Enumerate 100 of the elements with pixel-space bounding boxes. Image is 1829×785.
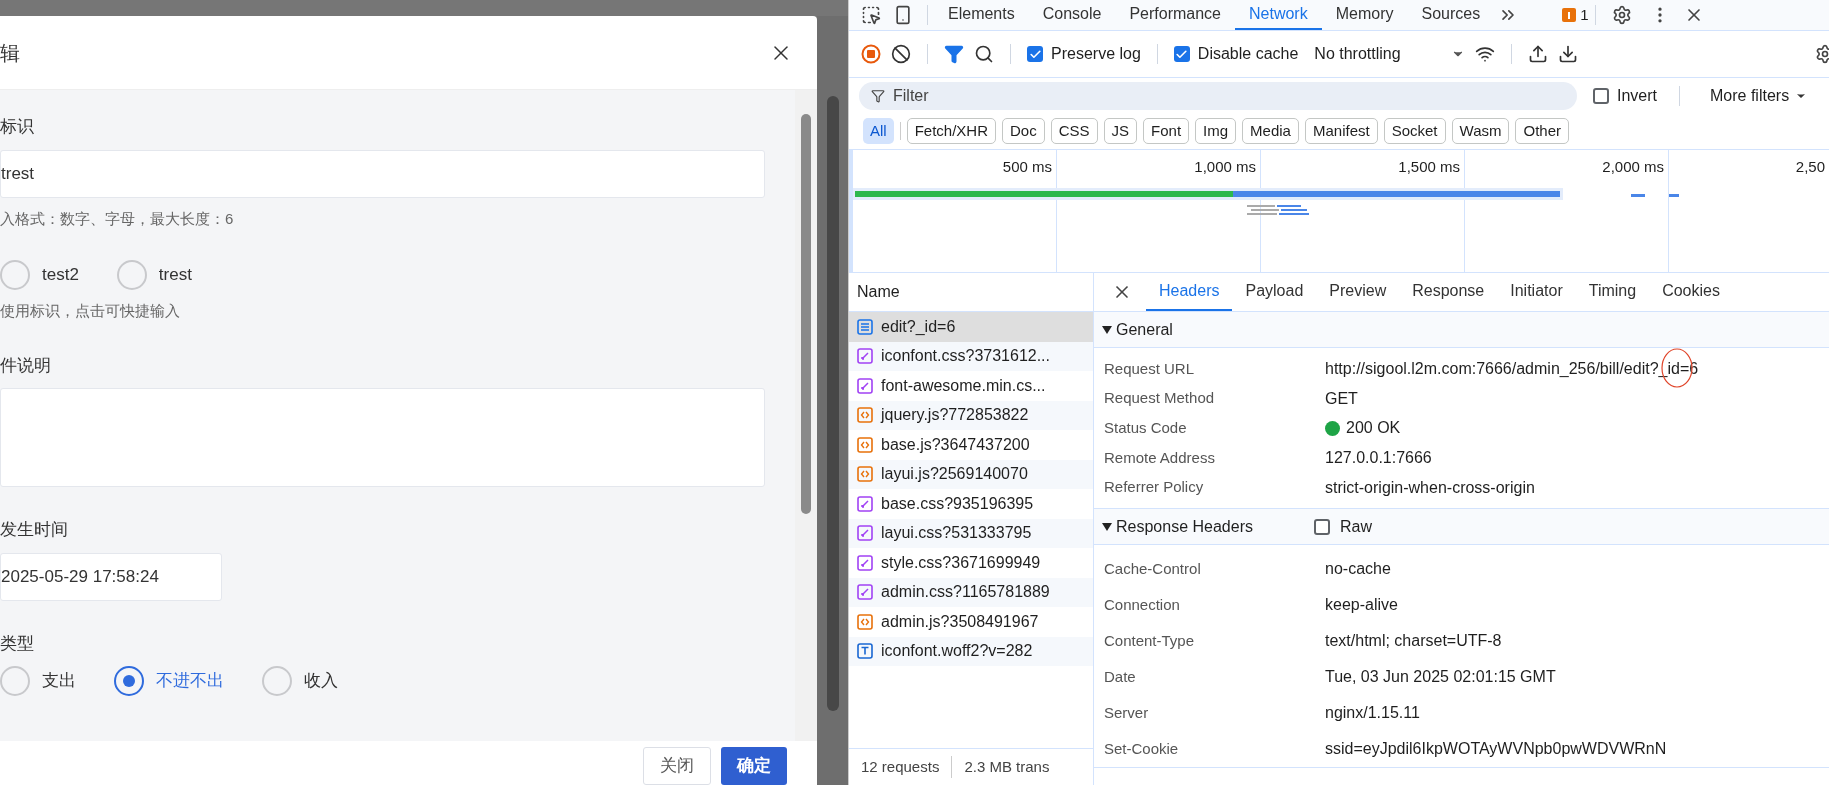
device-icon[interactable] <box>893 5 913 25</box>
filter-icon[interactable] <box>944 44 964 64</box>
request-row[interactable]: layui.js?2569140070 <box>849 459 1093 489</box>
type-filter-chip[interactable]: Font <box>1143 118 1190 144</box>
header-value: Tue, 03 Jun 2025 02:01:15 GMT <box>1325 668 1556 686</box>
throttling-dropdown[interactable]: No throttling <box>1314 42 1465 66</box>
request-row[interactable]: iconfont.woff2?v=282 <box>849 636 1093 666</box>
type-filter-chip[interactable]: All <box>863 118 894 144</box>
header-value: 127.0.0.1:7666 <box>1325 448 1432 466</box>
page-scrollbar[interactable] <box>817 16 848 785</box>
upload-icon[interactable] <box>1527 44 1548 64</box>
section-title: General <box>1116 319 1174 340</box>
header-value: no-cache <box>1325 560 1391 578</box>
field-hint: 使用标识，点击可快捷输入 <box>0 301 181 321</box>
checkbox[interactable] <box>1593 87 1609 104</box>
field-label: 发生时间 <box>0 519 69 541</box>
type-filter-chip[interactable]: Wasm <box>1451 118 1510 144</box>
header-name: Set-Cookie <box>1104 739 1180 760</box>
expanded-triangle-icon[interactable] <box>1102 522 1112 531</box>
header-value: text/html; charset=UTF-8 <box>1325 632 1502 650</box>
scrollbar[interactable] <box>795 90 817 741</box>
timeline-tick: 1,500 ms <box>1398 157 1460 177</box>
search-icon[interactable] <box>974 44 994 64</box>
date-field[interactable]: 2025-05-29 17:58:24 <box>0 552 222 601</box>
type-filter-chip[interactable]: Img <box>1195 118 1237 144</box>
type-filter-chip[interactable]: JS <box>1103 118 1138 144</box>
header-value: GET <box>1325 389 1358 407</box>
settings-icon[interactable] <box>1815 44 1829 64</box>
inspect-icon[interactable] <box>861 5 881 25</box>
panel-tab[interactable]: Memory <box>1321 0 1408 30</box>
type-filter-chip[interactable]: Socket <box>1383 118 1446 144</box>
download-icon[interactable] <box>1557 44 1578 64</box>
header-name: Date <box>1104 667 1137 688</box>
checkbox-label: Raw <box>1340 516 1372 537</box>
checkbox[interactable] <box>1173 46 1190 62</box>
radio-button[interactable] <box>0 260 30 290</box>
request-row[interactable]: layui.css?531333795 <box>849 518 1093 548</box>
checkbox[interactable] <box>1027 46 1043 62</box>
panel-tab[interactable]: Sources <box>1407 0 1495 30</box>
stop-recording-icon[interactable] <box>861 44 881 64</box>
radio-button[interactable] <box>116 260 147 290</box>
field-label: 类型 <box>0 632 35 655</box>
header-name: Content-Type <box>1104 631 1196 652</box>
request-row[interactable]: jquery.js?772853822 <box>849 400 1093 430</box>
section-title: Response Headers <box>1116 516 1254 537</box>
panel-tab[interactable]: Network <box>1235 0 1322 30</box>
header-name: Server <box>1104 703 1150 724</box>
expanded-triangle-icon[interactable] <box>1102 325 1112 334</box>
type-filter-chip[interactable]: Media <box>1242 118 1299 144</box>
request-row[interactable]: iconfont.css?3731612... <box>849 341 1093 371</box>
radio-button[interactable] <box>0 666 30 696</box>
panel-tab[interactable]: Elements <box>934 0 1029 30</box>
type-filter-chip[interactable]: CSS <box>1050 118 1098 144</box>
request-row[interactable]: edit?_id=6 <box>849 312 1093 342</box>
field-label: 件说明 <box>0 354 52 377</box>
type-filter-chip[interactable]: Doc <box>1002 118 1045 144</box>
clear-icon[interactable] <box>891 44 911 64</box>
filter-icon <box>871 88 885 103</box>
radio-button[interactable] <box>262 666 292 696</box>
timeline-tick: 500 ms <box>1002 157 1052 177</box>
stylesheet-icon <box>857 584 873 601</box>
more-filters-dropdown[interactable]: More filters <box>1710 83 1808 108</box>
panel-tab[interactable]: Console <box>1028 0 1116 30</box>
detail-tab[interactable]: Response <box>1399 273 1498 311</box>
panel-tab[interactable]: Performance <box>1115 0 1235 30</box>
checkbox[interactable] <box>1314 518 1330 535</box>
issues-badge[interactable]: 1 <box>1562 3 1589 27</box>
request-row[interactable]: admin.css?1165781889 <box>849 577 1093 607</box>
type-filter-chip[interactable]: Other <box>1515 118 1569 144</box>
confirm-button[interactable]: 确定 <box>721 747 787 785</box>
settings-icon[interactable] <box>1611 5 1632 25</box>
timeline-tick: 2,000 ms <box>1602 157 1664 177</box>
filter-field[interactable]: Filter <box>859 81 1577 110</box>
network-conditions-icon[interactable] <box>1474 44 1495 64</box>
radio-button[interactable] <box>114 666 144 696</box>
document-icon <box>857 318 873 335</box>
header-value: strict-origin-when-cross-origin <box>1325 478 1535 496</box>
detail-tab[interactable]: Cookies <box>1649 273 1733 311</box>
radio-label: 收入 <box>304 670 338 693</box>
checkbox-label: Preserve log <box>1051 44 1141 64</box>
stylesheet-icon <box>857 495 873 512</box>
header-name: Referrer Policy <box>1104 477 1205 498</box>
stylesheet-icon <box>857 554 873 571</box>
header-value: nginx/1.15.11 <box>1325 704 1420 722</box>
type-filter-chip[interactable]: Fetch/XHR <box>906 118 997 144</box>
detail-tab[interactable]: Payload <box>1232 273 1317 311</box>
filter-placeholder: Filter <box>893 85 929 106</box>
radio-label: test2 <box>42 264 79 287</box>
header-name: Request URL <box>1104 358 1196 379</box>
field-label: 标识 <box>0 116 35 138</box>
detail-tab[interactable]: Timing <box>1575 273 1650 311</box>
detail-tab[interactable]: Preview <box>1316 273 1400 311</box>
close-button[interactable]: 关闭 <box>643 747 711 785</box>
detail-tab[interactable]: Initiator <box>1497 273 1576 311</box>
stylesheet-icon <box>857 377 873 394</box>
text-field[interactable]: trest <box>0 149 765 198</box>
header-name: Cache-Control <box>1104 559 1202 580</box>
type-filter-chip[interactable]: Manifest <box>1304 118 1378 144</box>
header-value: ssid=eyJpdil6IkpWOTAyWVNpb0pwWDVWRnN <box>1325 740 1667 758</box>
checkbox-label: Disable cache <box>1197 44 1299 64</box>
